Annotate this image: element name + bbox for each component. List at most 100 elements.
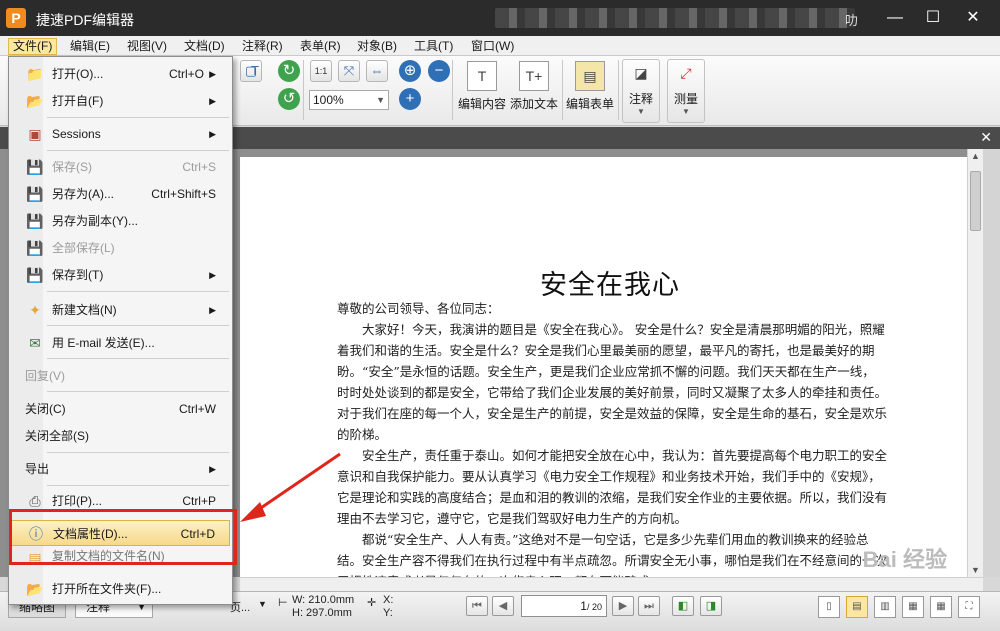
first-page-button[interactable]: ⏮	[466, 596, 488, 616]
menu-object[interactable]: 对象(B)	[353, 38, 401, 55]
single-page-view-icon[interactable]: ▯	[818, 596, 840, 618]
next-page-button[interactable]: ▶	[612, 596, 634, 616]
folder-open-icon: 📂	[26, 93, 44, 109]
rotate-counterclockwise-icon[interactable]: ↺	[278, 88, 300, 110]
menu-item-sessions[interactable]: ▣ Sessions ▶	[11, 121, 230, 147]
edit-content-button[interactable]: T 编辑内容	[457, 59, 507, 123]
toolbar-separator	[452, 60, 453, 120]
vertical-scrollbar[interactable]: ▲ ▼	[967, 149, 983, 577]
comment-tool-icon: ◪	[634, 65, 648, 81]
new-doc-icon: ✦	[29, 302, 41, 318]
menu-item-save[interactable]: 💾 保存(S) Ctrl+S	[11, 154, 230, 180]
forward-view-icon[interactable]: ◨	[700, 596, 722, 616]
menu-item-shortcut: Ctrl+S	[182, 160, 216, 174]
window-title: 捷速PDF编辑器	[36, 12, 134, 28]
chevron-down-icon[interactable]: ▼	[258, 599, 267, 609]
annotation-arrow-icon	[240, 452, 341, 522]
document-heading: 安全在我心	[540, 270, 680, 301]
maximize-button[interactable]: ☐	[918, 6, 948, 30]
minimize-button[interactable]: —	[880, 6, 910, 30]
close-document-icon[interactable]: ✕	[980, 129, 992, 146]
document-paragraph: 尊敬的公司领导、各位同志：	[337, 301, 500, 316]
menu-document[interactable]: 文档(D)	[180, 38, 229, 55]
menu-window[interactable]: 窗口(W)	[467, 38, 518, 55]
add-text-icon: T+	[519, 61, 549, 91]
zoom-in-area-icon[interactable]: ⊕	[399, 60, 421, 82]
menu-item-open[interactable]: 📁 打开(O)... Ctrl+O ▶	[11, 61, 230, 87]
menu-separator	[47, 150, 229, 151]
fit-width-button[interactable]: ⇔	[366, 60, 388, 82]
menu-item-label: 关闭(C)	[25, 402, 66, 416]
menu-item-label: 另存为副本(Y)...	[52, 214, 138, 228]
menu-item-save-to[interactable]: 💾 保存到(T) ▶	[11, 262, 230, 288]
menu-item-label: 用 E-mail 发送(E)...	[52, 336, 155, 350]
zoom-out-icon[interactable]: −	[428, 60, 450, 82]
actual-size-button[interactable]: 1:1	[310, 60, 332, 82]
page-current: 1	[580, 599, 587, 613]
comment-button[interactable]: ◪ 注释 ▼	[622, 59, 660, 123]
edit-content-icon: T	[467, 61, 497, 91]
fit-page-button[interactable]: ⤧	[338, 60, 360, 82]
scroll-up-icon[interactable]: ▲	[971, 151, 980, 161]
menu-item-close[interactable]: 关闭(C) Ctrl+W	[11, 396, 230, 422]
edit-form-icon: ▤	[575, 61, 605, 91]
rotate-clockwise-icon[interactable]: ↻	[278, 60, 300, 82]
menu-item-open-folder[interactable]: 📂 打开所在文件夹(F)...	[11, 576, 230, 602]
zoom-in-icon[interactable]: +	[399, 88, 421, 110]
zoom-select[interactable]: 100% ▼	[309, 90, 389, 110]
menu-view[interactable]: 视图(V)	[123, 38, 171, 55]
submenu-arrow-icon: ▶	[209, 129, 216, 139]
page-total: / 20	[586, 602, 602, 612]
horizontal-scrollbar[interactable]	[240, 577, 983, 591]
menu-item-save-copy[interactable]: 💾 另存为副本(Y)...	[11, 208, 230, 234]
submenu-arrow-icon: ▶	[209, 96, 216, 106]
menu-item-reply[interactable]: 回复(V)	[11, 363, 230, 389]
add-text-button[interactable]: T+ 添加文本	[509, 59, 559, 123]
menu-tools[interactable]: 工具(T)	[410, 38, 457, 55]
previous-page-button[interactable]: ◀	[492, 596, 514, 616]
facing-view-icon[interactable]: ▥	[874, 596, 896, 618]
folder-icon: 📂	[26, 581, 44, 597]
page-height: H: 297.0mm	[292, 607, 352, 619]
menu-edit[interactable]: 编辑(E)	[66, 38, 114, 55]
menu-form[interactable]: 表单(R)	[296, 38, 345, 55]
close-window-button[interactable]: ✕	[958, 6, 988, 30]
save-icon: 💾	[26, 159, 44, 175]
last-page-button[interactable]: ⏭	[638, 596, 660, 616]
menu-item-export[interactable]: 导出 ▶	[11, 456, 230, 482]
menu-item-save-all[interactable]: 💾 全部保存(L)	[11, 235, 230, 261]
print-icon: ⎙	[29, 493, 41, 509]
submenu-arrow-icon: ▶	[209, 464, 216, 474]
menu-item-label: 回复(V)	[25, 369, 65, 383]
cursor-icon: ✛	[367, 597, 377, 609]
zoom-value: 100%	[313, 93, 344, 107]
page-number-input[interactable]: 1/ 20	[521, 595, 607, 617]
menu-comment[interactable]: 注释(R)	[238, 38, 287, 55]
continuous-facing-view-icon[interactable]: ▦	[902, 596, 924, 618]
cursor-y: Y:	[383, 607, 393, 619]
menu-item-label: 全部保存(L)	[52, 241, 115, 255]
menu-item-save-as[interactable]: 💾 另存为(A)... Ctrl+Shift+S	[11, 181, 230, 207]
full-screen-icon[interactable]: ⛶	[958, 596, 980, 618]
edit-form-button[interactable]: ▤ 编辑表单	[565, 59, 615, 123]
toolbar-separator	[303, 60, 304, 120]
email-icon: ✉	[29, 335, 41, 351]
toolbar-separator	[562, 60, 563, 120]
continuous-view-icon[interactable]: ▤	[846, 596, 868, 618]
comment-label: 注释	[628, 92, 653, 106]
menu-item-close-all[interactable]: 关闭全部(S)	[11, 423, 230, 449]
measure-label: 测量	[673, 92, 698, 106]
scroll-down-icon[interactable]: ▼	[971, 565, 980, 575]
menu-item-new-document[interactable]: ✦ 新建文档(N) ▶	[11, 297, 230, 323]
save-all-icon: 💾	[26, 240, 44, 256]
menu-item-label: 关闭全部(S)	[25, 429, 89, 443]
grid-view-icon[interactable]: ▦	[930, 596, 952, 618]
menu-item-open-from[interactable]: 📂 打开自(F) ▶	[11, 88, 230, 114]
measure-button[interactable]: ⤢ 测量 ▼	[667, 59, 705, 123]
back-view-icon[interactable]: ◧	[672, 596, 694, 616]
menu-separator	[47, 291, 229, 292]
scroll-thumb[interactable]	[970, 171, 981, 231]
edit-form-label: 编辑表单	[565, 97, 614, 111]
menu-item-send-email[interactable]: ✉ 用 E-mail 发送(E)...	[11, 330, 230, 356]
menu-file[interactable]: 文件(F)	[8, 38, 58, 55]
